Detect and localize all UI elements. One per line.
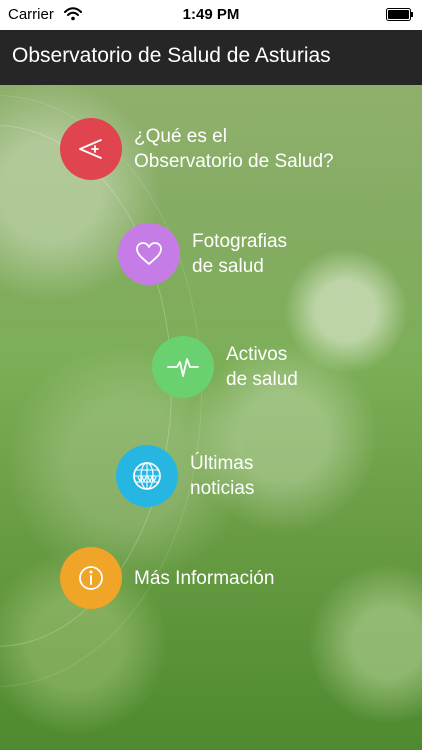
page-title: Observatorio de Salud de Asturias — [12, 44, 331, 67]
menu-label-line: Observatorio de Salud? — [134, 151, 334, 172]
main-content: ¿Qué es el Observatorio de Salud? Fotogr… — [0, 85, 422, 750]
menu-label-line: Más Información — [134, 567, 275, 589]
ultimas-noticias-button[interactable]: Últimas noticias — [116, 445, 254, 507]
menu-label-line: de salud — [226, 369, 298, 390]
menu-label: Últimas noticias — [190, 451, 254, 501]
globe-icon — [116, 445, 178, 507]
menu-label-line: Fotografias — [192, 231, 288, 252]
fotografias-salud-button[interactable]: Fotografias de salud — [118, 223, 287, 285]
info-icon — [60, 547, 122, 609]
menu-label-line: noticias — [190, 478, 255, 499]
navigation-bar: Observatorio de Salud de Asturias — [0, 30, 422, 85]
activos-salud-button[interactable]: Activos de salud — [152, 336, 298, 398]
menu-label-line: ¿Qué es el — [134, 126, 227, 147]
menu-label: Fotografias de salud — [192, 229, 287, 279]
menu-label-line: Últimas — [190, 453, 254, 474]
heart-icon — [118, 223, 180, 285]
status-bar: Carrier 1:49 PM — [0, 0, 422, 30]
mas-informacion-button[interactable]: Más Información — [60, 547, 274, 609]
chart-icon — [60, 118, 122, 180]
menu-label: Más Información — [134, 566, 274, 591]
menu-label: ¿Qué es el Observatorio de Salud? — [134, 124, 334, 174]
menu-label-line: de salud — [192, 256, 264, 277]
menu-label-line: Activos — [226, 344, 288, 365]
menu-label: Activos de salud — [226, 342, 298, 392]
battery-icon — [386, 8, 413, 21]
observatorio-info-button[interactable]: ¿Qué es el Observatorio de Salud? — [60, 118, 334, 180]
pulse-icon — [152, 336, 214, 398]
status-time: 1:49 PM — [182, 6, 240, 23]
